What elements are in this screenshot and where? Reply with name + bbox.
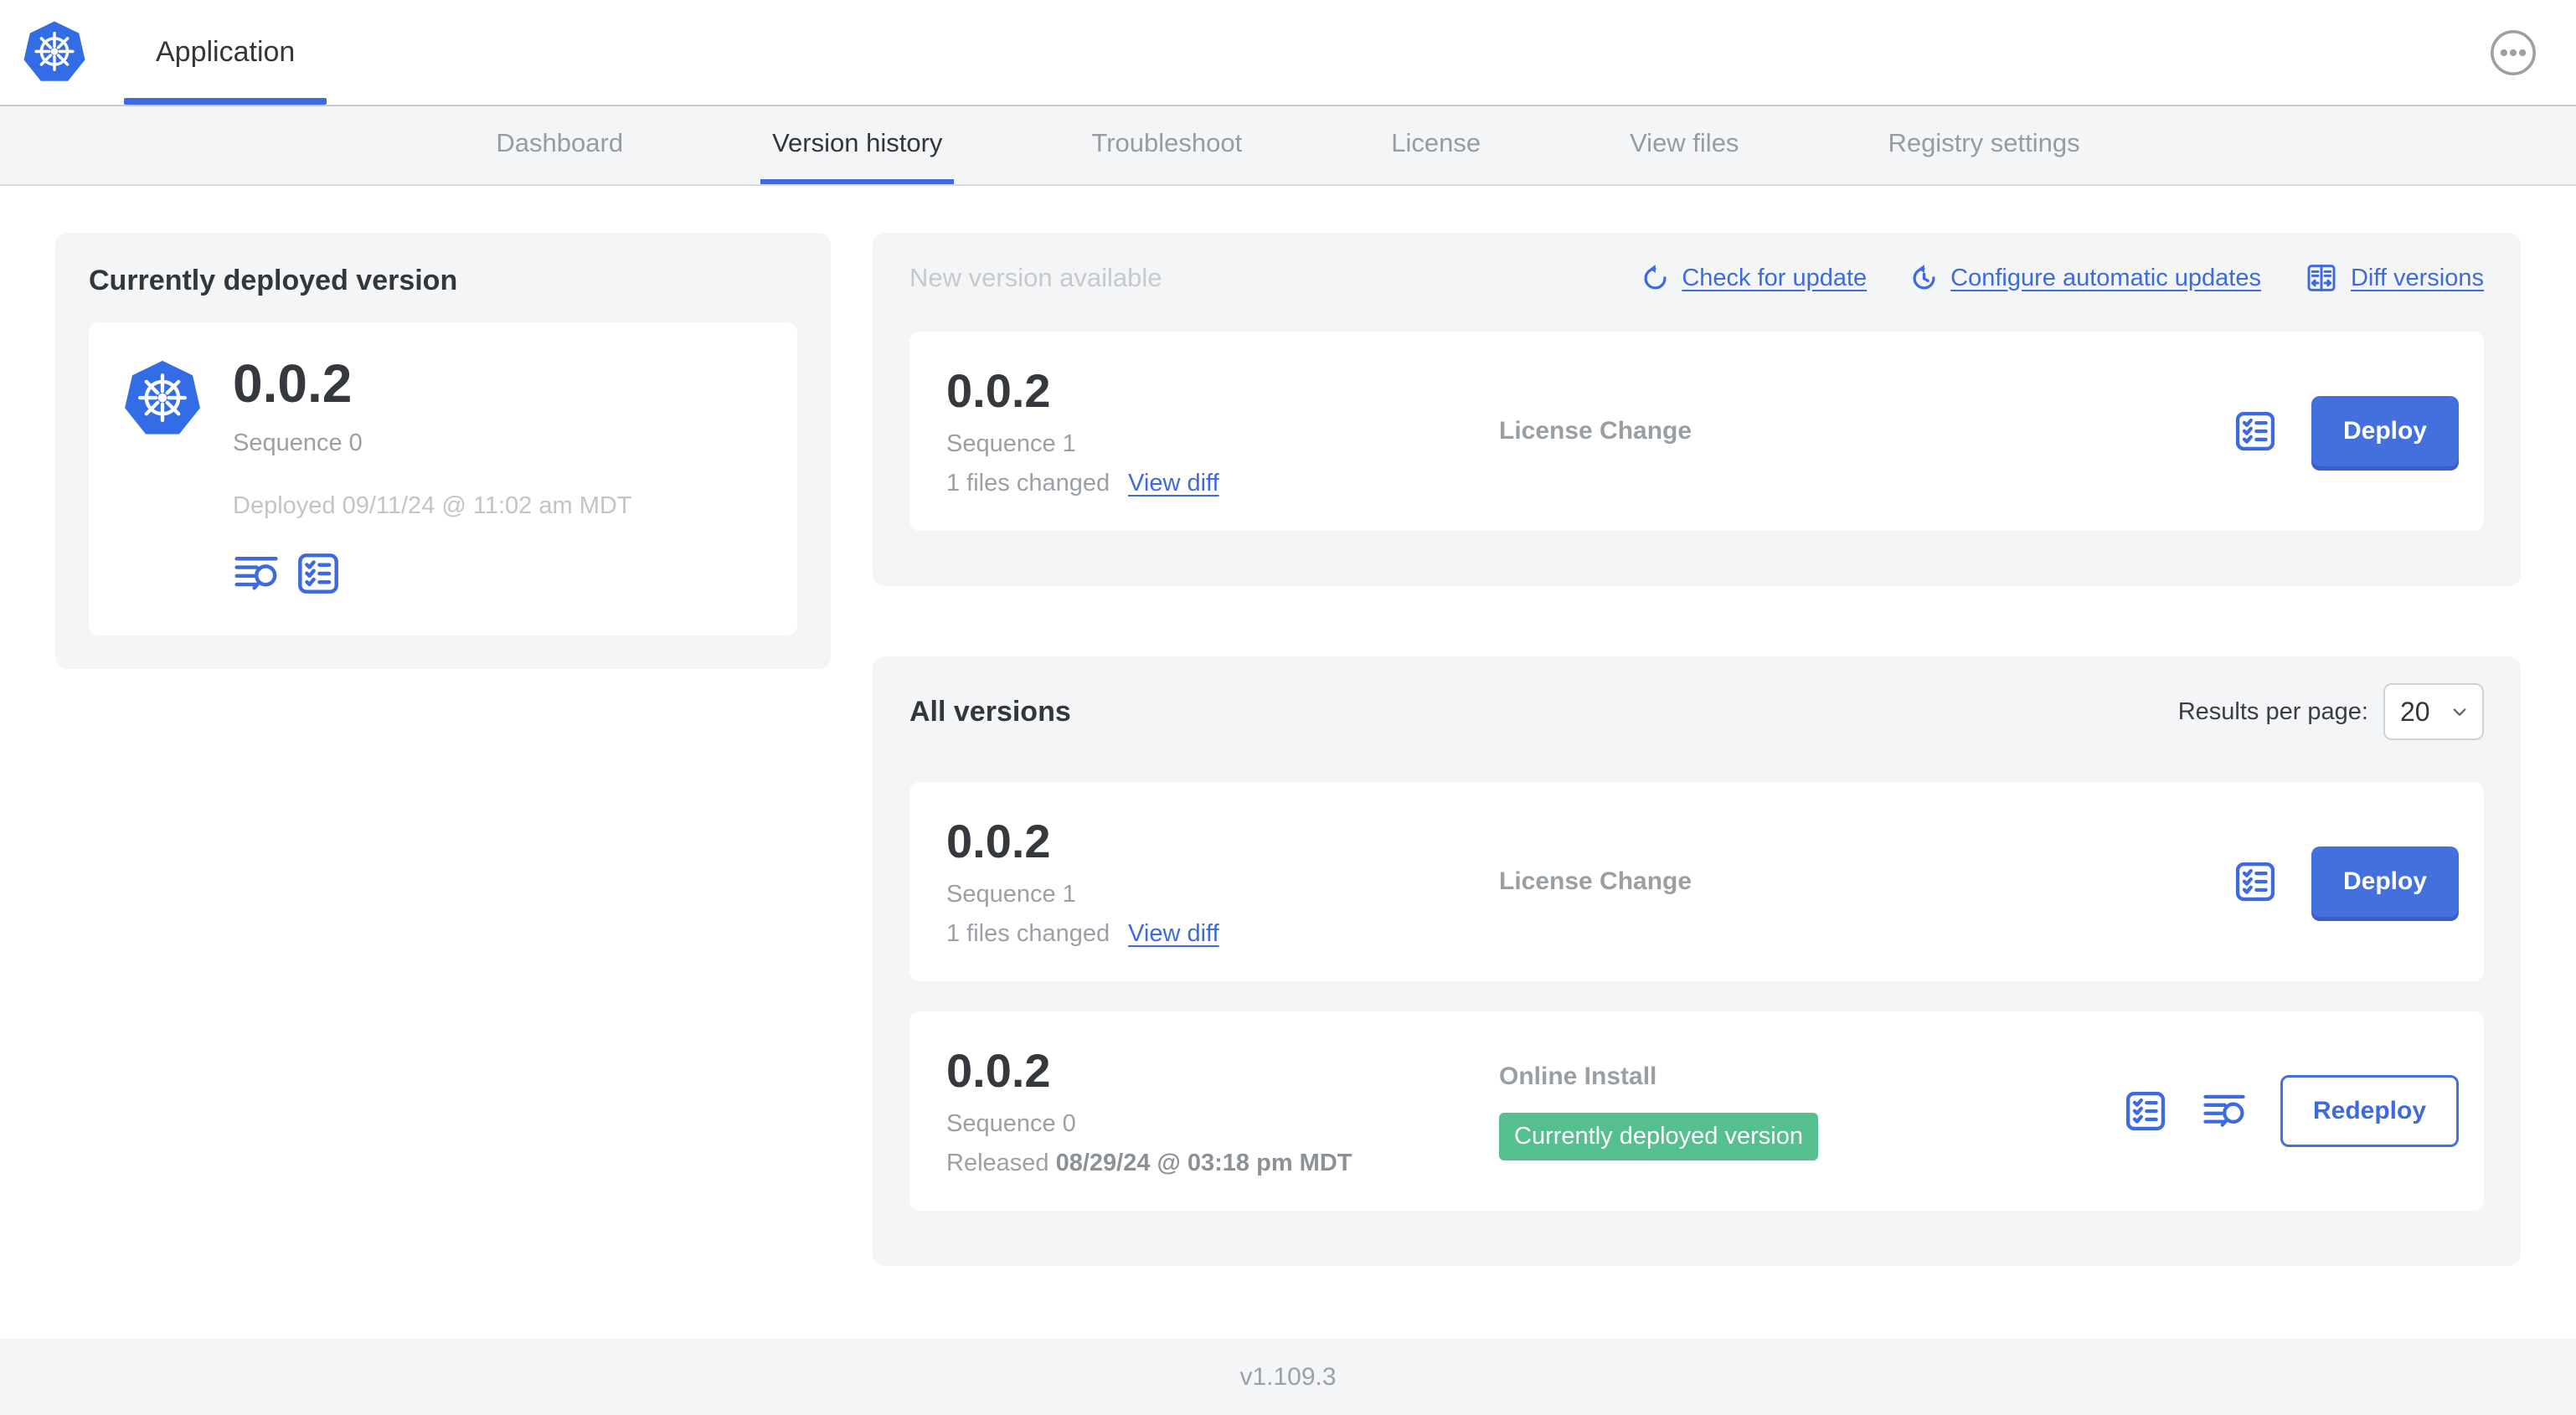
version-source-label: License Change: [1499, 417, 1692, 445]
preflight-checks-button[interactable]: [295, 550, 342, 597]
deploy-button[interactable]: Deploy: [2311, 846, 2459, 917]
app-tab[interactable]: Application: [124, 0, 327, 105]
files-changed-text: 1 files changed: [946, 469, 1110, 497]
logs-icon: [233, 550, 280, 597]
configure-automatic-updates-link[interactable]: Configure automatic updates: [1909, 263, 2261, 294]
tab-license[interactable]: License: [1379, 106, 1492, 184]
tab-view-files[interactable]: View files: [1618, 106, 1750, 184]
all-versions-card: All versions Results per page: 20 0.0.2 …: [873, 656, 2521, 1266]
currently-deployed-card: Currently deployed version 0.0.2 Sequenc…: [55, 233, 831, 670]
released-timestamp: Released 08/29/24 @ 03:18 pm MDT: [946, 1149, 1352, 1176]
ellipsis-icon: [2491, 29, 2536, 75]
currently-deployed-title: Currently deployed version: [89, 265, 458, 296]
app-footer: v1.109.3: [0, 1339, 2576, 1415]
tab-troubleshoot[interactable]: Troubleshoot: [1079, 106, 1254, 184]
view-logs-button[interactable]: [2202, 1088, 2247, 1134]
diff-versions-link[interactable]: Diff versions: [2303, 261, 2484, 295]
checklist-icon: [295, 550, 342, 597]
deployed-sequence: Sequence 0: [233, 430, 363, 457]
version-sequence: Sequence 1: [946, 430, 1076, 457]
new-version-title: New version available: [909, 263, 1162, 292]
auto-update-clock-icon: [1909, 263, 1940, 294]
preflight-checks-button[interactable]: [2123, 1088, 2168, 1134]
deploy-button[interactable]: Deploy: [2311, 396, 2459, 466]
version-number: 0.0.2: [946, 1044, 1051, 1098]
view-logs-button[interactable]: [233, 550, 280, 597]
view-diff-link[interactable]: View diff: [1128, 920, 1219, 948]
version-row: 0.0.2 Sequence 0 Released 08/29/24 @ 03:…: [909, 1011, 2484, 1211]
checklist-icon: [2233, 409, 2278, 454]
version-number: 0.0.2: [946, 815, 1051, 868]
checklist-icon: [2123, 1088, 2168, 1134]
app-tab-label: Application: [156, 36, 296, 68]
tab-version-history[interactable]: Version history: [760, 106, 955, 184]
preflight-checks-button[interactable]: [2233, 409, 2278, 454]
deployed-timestamp: Deployed 09/11/24 @ 11:02 am MDT: [233, 492, 632, 520]
view-diff-link[interactable]: View diff: [1128, 470, 1219, 497]
diff-icon: [2303, 261, 2340, 295]
version-source-label: Online Install: [1499, 1062, 1657, 1090]
kubernetes-logo: [22, 18, 87, 87]
new-version-card: New version available Check for update C…: [873, 233, 2521, 586]
redeploy-button[interactable]: Redeploy: [2280, 1075, 2459, 1147]
kubernetes-app-icon: [122, 358, 203, 441]
more-menu-button[interactable]: [2489, 28, 2537, 77]
version-sequence: Sequence 0: [946, 1109, 1076, 1137]
main-content: Currently deployed version 0.0.2 Sequenc…: [0, 186, 2576, 1339]
currently-deployed-badge: Currently deployed version: [1499, 1112, 1818, 1160]
tab-dashboard[interactable]: Dashboard: [484, 106, 635, 184]
version-sequence: Sequence 1: [946, 880, 1076, 908]
preflight-checks-button[interactable]: [2233, 859, 2278, 904]
version-row: 0.0.2 Sequence 1 1 files changed View di…: [909, 782, 2484, 981]
app-subnav: Dashboard Version history Troubleshoot L…: [0, 105, 2576, 186]
results-per-page-label: Results per page:: [2177, 697, 2368, 725]
checklist-icon: [2233, 859, 2278, 904]
tab-registry-settings[interactable]: Registry settings: [1876, 106, 2091, 184]
check-for-update-link[interactable]: Check for update: [1640, 263, 1867, 294]
new-version-row: 0.0.2 Sequence 1 1 files changed View di…: [909, 332, 2484, 531]
all-versions-title: All versions: [909, 695, 1071, 728]
refresh-icon: [1640, 263, 1671, 294]
files-changed-text: 1 files changed: [946, 919, 1110, 947]
deployed-version-box: 0.0.2 Sequence 0 Deployed 09/11/24 @ 11:…: [89, 322, 797, 636]
version-number: 0.0.2: [946, 364, 1051, 418]
logs-icon: [2202, 1088, 2247, 1134]
deployed-version-number: 0.0.2: [233, 353, 353, 414]
results-per-page-select[interactable]: 20: [2383, 683, 2484, 740]
app-header: Application: [0, 0, 2576, 105]
active-app-indicator: [124, 98, 327, 105]
console-version-label: v1.109.3: [1239, 1362, 1337, 1391]
version-source-label: License Change: [1499, 867, 1692, 895]
